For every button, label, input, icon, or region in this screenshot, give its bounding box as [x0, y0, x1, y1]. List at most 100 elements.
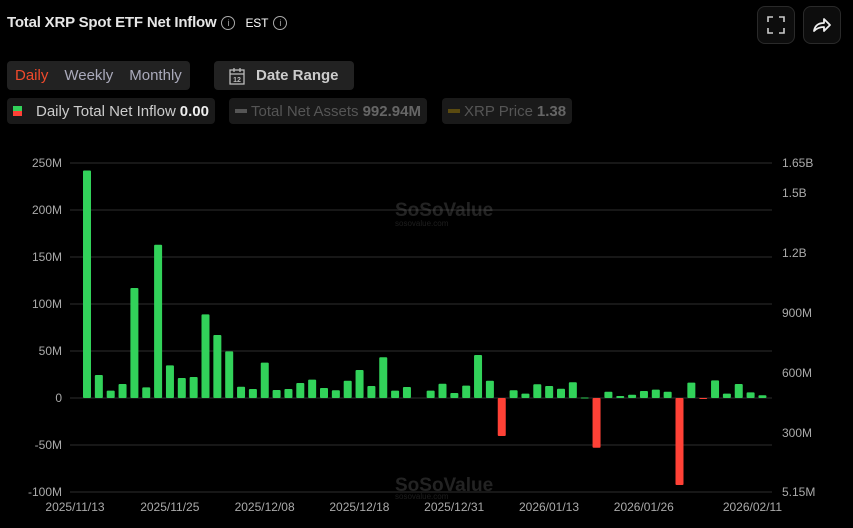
watermark: SoSoValue sosovalue.com SoSoValue sosova…	[395, 200, 493, 501]
bar-2026/02/03[interactable]	[722, 393, 731, 398]
bar-2026/01/29[interactable]	[687, 382, 696, 398]
page-title: Total XRP Spot ETF Net Inflow i EST i	[7, 14, 288, 31]
bar-2025/12/19[interactable]	[379, 357, 388, 398]
bar-2025/11/28[interactable]	[201, 314, 210, 398]
watermark-site: sosovalue.com	[395, 492, 449, 501]
bar-2025/12/23[interactable]	[402, 387, 411, 398]
tab-monthly[interactable]: Monthly	[121, 67, 190, 84]
y-left-tick-label: 50M	[39, 344, 62, 358]
bar-2026/01/27[interactable]	[663, 391, 672, 398]
x-tick-label: 2025/12/31	[424, 500, 484, 514]
bar-2026/01/26[interactable]	[651, 389, 660, 398]
bar-2026/01/08[interactable]	[521, 393, 530, 398]
bar-2025/12/10[interactable]	[296, 382, 305, 398]
info-circle-icon[interactable]: i	[221, 16, 236, 30]
bar-2025/12/15[interactable]	[331, 390, 340, 398]
legend-value: 0.00	[179, 102, 209, 120]
bar-2025/12/26[interactable]	[426, 390, 435, 398]
legend-swatch	[448, 109, 460, 113]
fullscreen-icon	[767, 16, 785, 34]
bar-2025/12/30[interactable]	[450, 393, 459, 398]
bar-2025/11/14[interactable]	[94, 374, 103, 398]
bar-2026/01/30[interactable]	[699, 398, 708, 399]
bar-2025/12/02[interactable]	[225, 351, 234, 398]
legend-swatch	[235, 109, 247, 113]
bar-2026/01/14[interactable]	[568, 382, 577, 398]
bar-2026/01/21[interactable]	[616, 396, 625, 398]
bar-2025/11/26[interactable]	[189, 377, 198, 398]
bar-2025/12/29[interactable]	[438, 383, 447, 398]
bar-2026/01/15[interactable]	[580, 397, 589, 399]
legend-label: Total Net Assets	[251, 102, 359, 120]
bar-2026/01/05[interactable]	[485, 380, 494, 398]
calendar-icon: 12	[229, 67, 245, 85]
bar-2026/01/16[interactable]	[592, 398, 601, 448]
bar-2025/12/03[interactable]	[237, 386, 246, 398]
bar-2025/12/01[interactable]	[213, 335, 222, 398]
fullscreen-button[interactable]	[757, 6, 795, 44]
period-selector: Daily Weekly Monthly	[7, 61, 190, 90]
bar-2025/12/12[interactable]	[320, 388, 328, 398]
x-tick-label: 2025/11/25	[140, 500, 199, 514]
bar-2026/01/06[interactable]	[497, 398, 506, 436]
bar-2025/12/11[interactable]	[308, 379, 317, 398]
date-range-button[interactable]: 12 Date Range	[214, 61, 354, 90]
bar-2026/01/28[interactable]	[675, 398, 684, 486]
chart-title: Total XRP Spot ETF Net Inflow	[7, 14, 217, 31]
bar-2026/01/13[interactable]	[557, 388, 565, 398]
tab-daily[interactable]: Daily	[7, 67, 56, 84]
bar-2025/12/17[interactable]	[355, 369, 364, 398]
bar-2025/12/18[interactable]	[367, 385, 376, 398]
bar-2025/11/20[interactable]	[142, 387, 151, 398]
info-circle-icon[interactable]: i	[273, 16, 288, 30]
y-left-tick-label: 0	[55, 391, 62, 405]
watermark-site: sosovalue.com	[395, 219, 449, 228]
y-right-tick-label: 1.2B	[782, 246, 807, 260]
x-tick-label: 2025/12/08	[235, 500, 295, 514]
bar-2026/01/22[interactable]	[628, 394, 637, 398]
bar-2025/12/31[interactable]	[462, 385, 471, 398]
y-right-tick-label: 600M	[782, 366, 812, 380]
date-range-label: Date Range	[256, 67, 339, 84]
x-tick-label: 2025/12/18	[329, 500, 389, 514]
y-left-tick-label: -100M	[28, 485, 62, 499]
tab-weekly[interactable]: Weekly	[56, 67, 121, 84]
bar-2026/01/02[interactable]	[474, 355, 483, 398]
bar-2026/02/05[interactable]	[746, 392, 755, 398]
bar-2026/01/09[interactable]	[533, 384, 542, 398]
bar-2025/12/04[interactable]	[248, 388, 257, 398]
share-icon	[813, 18, 831, 32]
bar-2025/12/09[interactable]	[284, 388, 293, 398]
bar-2025/11/25[interactable]	[177, 377, 186, 398]
x-tick-label: 2026/01/13	[519, 500, 579, 514]
bar-2026/02/02[interactable]	[711, 380, 720, 398]
bar-2025/11/24[interactable]	[165, 365, 174, 398]
watermark-brand: SoSoValue	[395, 200, 493, 221]
bar-2026/01/12[interactable]	[545, 385, 554, 398]
bar-2025/11/17[interactable]	[106, 390, 115, 398]
bar-2026/01/23[interactable]	[639, 391, 648, 398]
legend-xrp-price[interactable]: XRP Price 1.38	[442, 98, 573, 124]
bar-2025/11/21[interactable]	[154, 244, 163, 398]
bar-2025/12/05[interactable]	[260, 362, 269, 398]
bar-2025/11/18[interactable]	[118, 383, 127, 398]
y-right-tick-label: 900M	[782, 306, 812, 320]
bar-2026/02/06[interactable]	[758, 395, 767, 398]
bar-2025/11/13[interactable]	[83, 170, 91, 398]
legend-total-net-assets[interactable]: Total Net Assets 992.94M	[229, 98, 427, 124]
y-right-tick-label: 5.15M	[782, 485, 815, 499]
y-left-tick-label: -50M	[35, 438, 62, 452]
share-button[interactable]	[803, 6, 841, 44]
bar-2025/12/22[interactable]	[391, 390, 400, 398]
legend-value: 992.94M	[362, 102, 421, 120]
bar-2026/01/20[interactable]	[604, 391, 613, 398]
legend-daily-net-inflow[interactable]: Daily Total Net Inflow 0.00	[7, 98, 215, 124]
bar-2025/12/08[interactable]	[272, 390, 281, 398]
bar-2025/11/19[interactable]	[130, 288, 139, 398]
bar-2025/12/16[interactable]	[343, 380, 352, 398]
x-tick-label: 2026/02/11	[723, 500, 782, 514]
y-left-tick-label: 200M	[32, 203, 62, 217]
bar-2026/02/04[interactable]	[734, 383, 743, 398]
bar-2026/01/07[interactable]	[509, 390, 518, 398]
timezone-label[interactable]: EST	[245, 16, 268, 30]
